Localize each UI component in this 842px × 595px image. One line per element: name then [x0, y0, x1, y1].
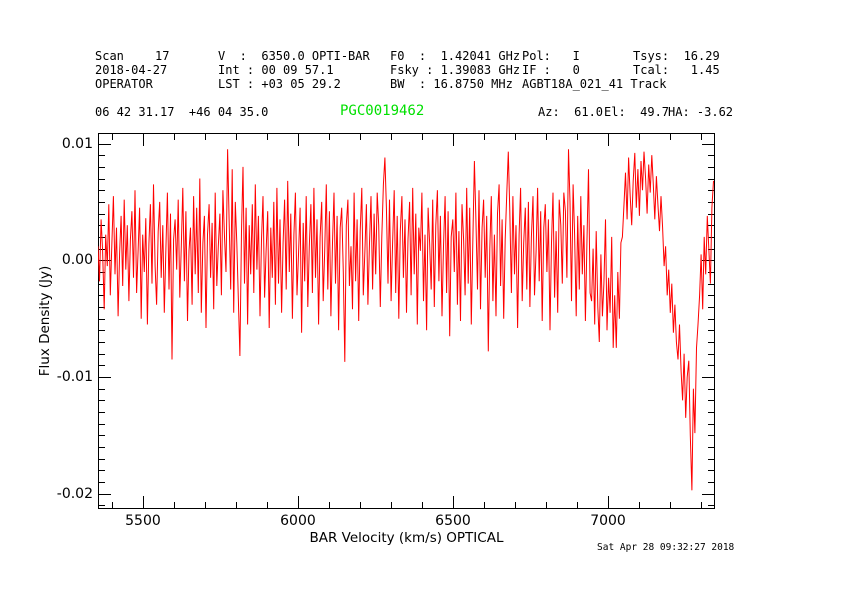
y-axis-title: Flux Density (Jy) [37, 266, 53, 376]
bandwidth-field: BW : 16.8750 MHz [390, 78, 513, 91]
scan-value: 17 [155, 50, 169, 63]
azimuth-field: Az: 61.0 [538, 106, 603, 119]
elevation-field: El: 49.7 [604, 106, 669, 119]
lst-field: LST : +03 05 29.2 [218, 78, 341, 91]
spectrum-trace [98, 149, 714, 490]
velocity-field: V : 6350.0 OPTI-BAR [218, 50, 370, 63]
spectrum-plot-canvas[interactable] [98, 133, 715, 509]
hour-angle-field: HA: -3.62 [668, 106, 733, 119]
plot-frame [99, 134, 715, 509]
y-tick-label: -0.02 [40, 486, 93, 502]
observer-name: OPERATOR [95, 78, 153, 91]
tsys-field: Tsys: 16.29 [633, 50, 720, 63]
fsky-field: Fsky : 1.39083 GHz [390, 64, 520, 77]
f0-field: F0 : 1.42041 GHz [390, 50, 520, 63]
scan-label: Scan [95, 50, 124, 63]
x-tick-label: 6000 [268, 513, 328, 529]
pol-field: Pol: I [522, 50, 580, 63]
y-tick-label: 0.01 [40, 136, 93, 152]
source-coordinates: 06 42 31.17 +46 04 35.0 [95, 106, 268, 119]
tcal-field: Tcal: 1.45 [633, 64, 720, 77]
plot-timestamp: Sat Apr 28 09:32:27 2018 [597, 543, 734, 553]
x-tick-label: 6500 [423, 513, 483, 529]
spectrum-svg [98, 133, 715, 509]
source-name: PGC0019462 [340, 104, 424, 118]
if-field: IF : 0 [522, 64, 580, 77]
x-tick-label: 7000 [578, 513, 638, 529]
x-tick-label: 5500 [113, 513, 173, 529]
observation-date: 2018-04-27 [95, 64, 167, 77]
project-id: AGBT18A_021_41 Track [522, 78, 667, 91]
integration-field: Int : 00 09 57.1 [218, 64, 334, 77]
